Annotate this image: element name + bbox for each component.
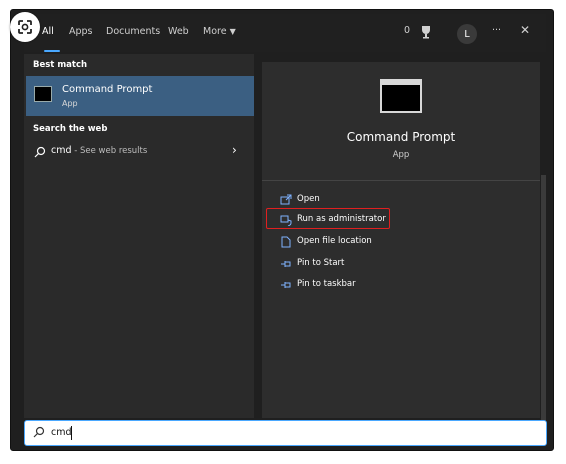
search-input[interactable]: cmd (24, 420, 547, 446)
tab-more[interactable]: More ▼ (203, 26, 236, 37)
chevron-right-icon[interactable]: › (232, 143, 237, 157)
best-match-title: Command Prompt (62, 84, 153, 95)
tab-all[interactable]: All (42, 26, 54, 37)
divider (262, 180, 540, 181)
tab-more-label: More (203, 26, 227, 37)
search-icon (33, 426, 45, 441)
rewards-icon[interactable] (420, 25, 432, 42)
best-match-label: Best match (33, 60, 88, 70)
chevron-down-icon: ▼ (229, 27, 236, 36)
scrollbar[interactable] (541, 175, 546, 421)
open-icon (280, 194, 294, 206)
folder-icon (280, 236, 294, 248)
web-result-text: cmd - See web results (51, 145, 147, 156)
search-web-label: Search the web (33, 124, 108, 134)
tab-web[interactable]: Web (168, 26, 189, 37)
lens-icon[interactable] (10, 12, 40, 42)
action-pin-to-start-label: Pin to Start (297, 258, 345, 268)
search-input-value: cmd (51, 427, 72, 438)
top-bar: All Apps Documents Web More ▼ 0 L ··· ✕ (24, 14, 546, 52)
run-as-administrator-highlight (266, 208, 390, 229)
pin-icon (280, 258, 294, 270)
web-result-query: cmd (51, 145, 72, 156)
search-icon (34, 143, 46, 162)
action-pin-to-taskbar[interactable]: Pin to taskbar (268, 275, 534, 295)
best-match-item[interactable]: Command Prompt App (26, 76, 254, 116)
best-match-subtitle: App (62, 99, 78, 108)
details-subtitle: App (392, 150, 410, 160)
avatar[interactable]: L (457, 24, 477, 44)
close-icon[interactable]: ✕ (520, 23, 530, 37)
pin-icon (280, 279, 294, 291)
action-open[interactable]: Open (268, 190, 534, 210)
action-open-label: Open (297, 194, 320, 204)
web-result-suffix: - See web results (71, 146, 148, 156)
action-pin-to-taskbar-label: Pin to taskbar (297, 279, 356, 289)
tab-apps[interactable]: Apps (69, 26, 93, 37)
action-open-file-location-label: Open file location (297, 236, 372, 246)
web-result-item[interactable]: cmd - See web results › (24, 140, 254, 162)
text-caret (71, 426, 72, 440)
active-tab-indicator (44, 50, 60, 52)
action-pin-to-start[interactable]: Pin to Start (268, 254, 534, 274)
details-title: Command Prompt (346, 130, 456, 144)
command-prompt-icon-large (380, 79, 422, 113)
more-options-icon[interactable]: ··· (492, 25, 501, 36)
results-panel: Best match Command Prompt App Search the… (24, 54, 254, 418)
points-count: 0 (404, 25, 411, 36)
details-panel: Command Prompt App Open Run as administr… (262, 62, 540, 418)
action-open-file-location[interactable]: Open file location (268, 232, 534, 252)
command-prompt-icon (34, 86, 52, 102)
tab-documents[interactable]: Documents (106, 26, 160, 37)
